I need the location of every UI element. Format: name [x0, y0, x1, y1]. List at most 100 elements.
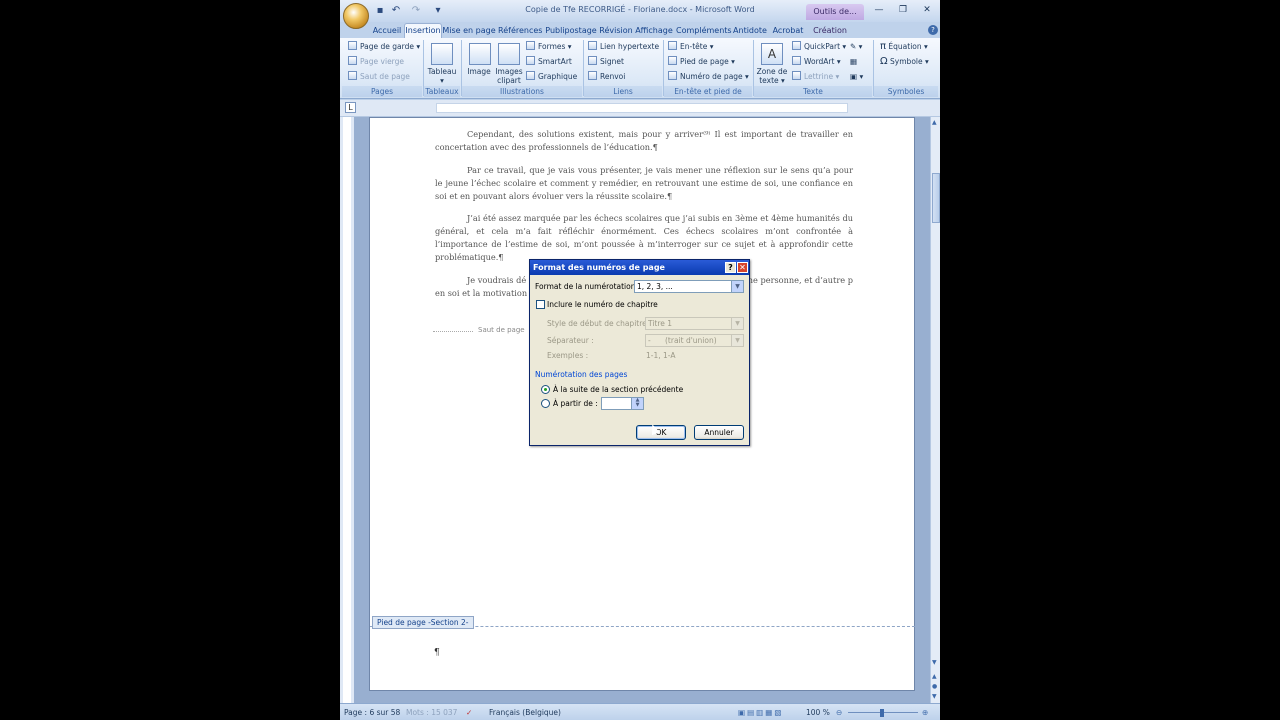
help-icon[interactable]: ? — [928, 25, 938, 35]
blank-page-button[interactable]: Page vierge — [348, 56, 404, 68]
wordart-icon — [792, 56, 801, 65]
qat-customize-icon[interactable]: ▾ — [432, 5, 444, 17]
undo-icon[interactable]: ↶ — [390, 5, 402, 17]
ok-button[interactable]: OK — [636, 425, 686, 440]
shapes-button[interactable]: Formes ▾ — [526, 41, 572, 53]
close-icon[interactable]: ✕ — [916, 3, 938, 17]
bookmark-button[interactable]: Signet — [588, 56, 624, 68]
continue-radio-label[interactable]: À la suite de la section précédente — [553, 384, 683, 395]
zoom-in-icon[interactable]: ⊕ — [922, 707, 928, 718]
shapes-icon — [526, 41, 535, 50]
paragraph[interactable]: Cependant, des solutions existent, mais … — [435, 128, 853, 154]
tab-references[interactable]: Références — [498, 24, 542, 38]
dropcap-icon — [792, 71, 801, 80]
equation-button[interactable]: π Équation ▾ — [880, 41, 928, 53]
symbol-button[interactable]: Ω Symbole ▾ — [880, 56, 929, 68]
scroll-down-icon[interactable]: ▼ — [932, 659, 937, 666]
group-label-liens: Liens — [584, 86, 662, 97]
tab-selector-icon[interactable]: L — [345, 102, 356, 113]
page-number-format-dialog: Format des numéros de page ? ✕ Format de… — [529, 259, 750, 446]
smartart-icon — [526, 56, 535, 65]
minimize-icon[interactable]: — — [868, 3, 890, 17]
cover-page-button[interactable]: Page de garde ▾ — [348, 41, 420, 53]
language-indicator[interactable]: Français (Belgique) — [489, 707, 561, 718]
separator-select[interactable]: - (trait d'union) ▼ — [645, 334, 744, 347]
tab-accueil[interactable]: Accueil — [370, 24, 404, 38]
chevron-down-icon[interactable]: ▼ — [731, 281, 743, 292]
signature-icon[interactable]: ✎ ▾ — [850, 41, 862, 53]
tab-affichage[interactable]: Affichage — [634, 24, 674, 38]
group-label-texte: Texte — [754, 86, 872, 97]
zoom-level[interactable]: 100 % — [806, 707, 830, 718]
page-number-button[interactable]: Numéro de page ▾ — [668, 71, 749, 83]
pi-icon: π — [880, 41, 887, 52]
view-buttons-icon[interactable]: ▣▤▥▦▧ — [738, 707, 783, 718]
proofing-icon[interactable]: ✓ — [466, 707, 472, 718]
footer-paragraph-mark[interactable]: ¶ — [434, 648, 440, 658]
number-format-select[interactable]: 1, 2, 3, ... ▼ — [634, 280, 744, 293]
maximize-icon[interactable]: ❐ — [892, 3, 914, 17]
chapter-style-label: Style de début de chapitre : — [547, 319, 652, 328]
zoom-out-icon[interactable]: ⊖ — [836, 707, 842, 718]
chevron-down-icon[interactable]: ▼ — [731, 318, 743, 329]
dialog-close-icon[interactable]: ✕ — [737, 262, 748, 273]
table-button[interactable]: Tableau ▾ — [424, 67, 460, 85]
picture-button[interactable]: Image — [464, 67, 494, 76]
smartart-button[interactable]: SmartArt — [526, 56, 572, 68]
cancel-button[interactable]: Annuler — [694, 425, 744, 440]
previous-page-icon[interactable]: ▲ — [932, 673, 937, 680]
footer-button[interactable]: Pied de page ▾ — [668, 56, 735, 68]
cross-reference-button[interactable]: Renvoi — [588, 71, 625, 83]
datetime-icon[interactable]: ▦ — [850, 56, 857, 68]
start-at-radio[interactable] — [541, 399, 550, 408]
tab-antidote[interactable]: Antidote — [730, 24, 770, 38]
horizontal-ruler[interactable]: L — [340, 100, 940, 117]
include-chapter-checkbox[interactable] — [536, 300, 545, 309]
footer-section-tag[interactable]: Pied de page -Section 2- — [372, 616, 474, 629]
chevron-down-icon[interactable]: ▼ — [731, 335, 743, 346]
wordart-button[interactable]: WordArt ▾ — [792, 56, 841, 68]
tab-revision[interactable]: Révision — [598, 24, 634, 38]
include-chapter-label[interactable]: Inclure le numéro de chapitre — [547, 299, 658, 310]
chart-button[interactable]: Graphique — [526, 71, 577, 83]
page-break-button[interactable]: Saut de page — [348, 71, 410, 83]
context-tab-tools[interactable]: Outils de... — [806, 4, 864, 20]
office-button[interactable] — [343, 3, 369, 29]
dialog-help-icon[interactable]: ? — [725, 262, 736, 273]
browse-object-icon[interactable]: ● — [932, 683, 937, 690]
word-counter[interactable]: Mots : 15 037 — [406, 707, 457, 718]
header-button[interactable]: En-tête ▾ — [668, 41, 713, 53]
quickpart-button[interactable]: QuickPart ▾ — [792, 41, 846, 53]
scroll-thumb[interactable] — [932, 173, 940, 223]
chapter-style-select[interactable]: Titre 1 ▼ — [645, 317, 744, 330]
paragraph[interactable]: Par ce travail, que je vais vous présent… — [435, 164, 853, 203]
tab-mise-en-page[interactable]: Mise en page — [442, 24, 496, 38]
hyperlink-button[interactable]: Lien hypertexte — [588, 41, 659, 53]
ribbon: Page de garde ▾ Page vierge Saut de page… — [340, 38, 940, 107]
zoom-slider-thumb[interactable] — [880, 709, 884, 717]
vertical-ruler[interactable] — [340, 117, 355, 703]
paragraph[interactable]: J’ai été assez marquée par les échecs sc… — [435, 212, 853, 264]
tab-creation[interactable]: Création — [810, 24, 850, 38]
next-page-icon[interactable]: ▼ — [932, 693, 937, 700]
text-box-button[interactable]: Zone de texte ▾ — [754, 67, 790, 85]
dialog-title: Format des numéros de page — [530, 260, 749, 275]
spinner-icon[interactable]: ▲ ▼ — [631, 398, 643, 409]
save-icon[interactable]: ▪ — [374, 5, 386, 17]
vertical-scrollbar[interactable]: ▲ ▼ ▲ ● ▼ — [930, 117, 940, 703]
dropcap-button[interactable]: Lettrine ▾ — [792, 71, 839, 83]
object-icon[interactable]: ▣ ▾ — [850, 71, 863, 83]
scroll-up-icon[interactable]: ▲ — [932, 119, 937, 126]
start-at-input[interactable]: ▲ ▼ — [601, 397, 644, 410]
start-at-radio-label[interactable]: À partir de : — [553, 398, 598, 409]
omega-icon: Ω — [880, 56, 888, 67]
tab-acrobat[interactable]: Acrobat — [770, 24, 806, 38]
tab-insertion[interactable]: Insertion — [404, 23, 442, 38]
clipart-button[interactable]: Images clipart — [492, 67, 526, 85]
tab-publipostage[interactable]: Publipostage — [544, 24, 598, 38]
page-counter[interactable]: Page : 6 sur 58 — [344, 707, 400, 718]
tab-complements[interactable]: Compléments — [676, 24, 732, 38]
redo-icon[interactable]: ↷ — [410, 5, 422, 17]
continue-radio[interactable] — [541, 385, 550, 394]
page-break-marker: Saut de page — [433, 326, 543, 334]
